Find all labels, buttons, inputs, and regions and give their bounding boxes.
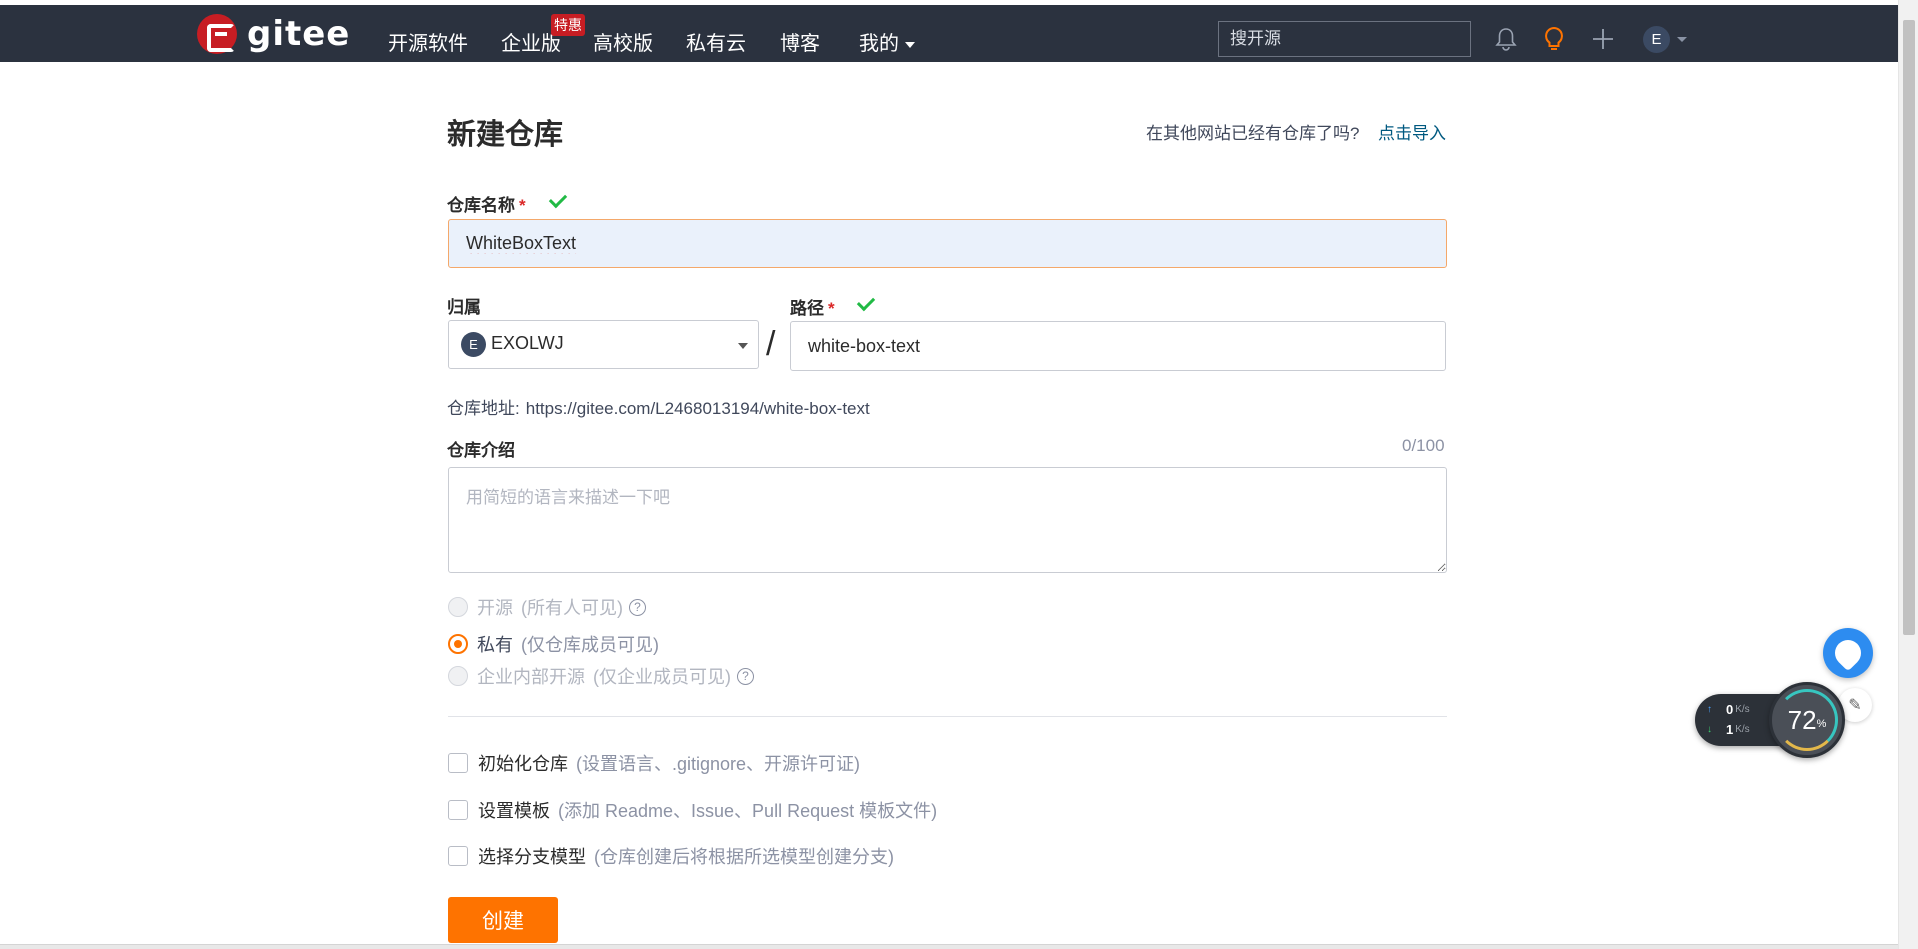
description-label: 仓库介绍: [447, 441, 515, 460]
path-separator: /: [766, 325, 776, 363]
visibility-enterprise-note: (仅企业成员可见): [593, 667, 731, 687]
description-char-count: 0/100: [1402, 436, 1445, 455]
plus-icon[interactable]: [1588, 24, 1618, 54]
option-template-label: 设置模板: [478, 801, 550, 821]
path-valid-check-icon: [856, 292, 876, 312]
upload-unit: K/s: [1735, 704, 1750, 715]
radio-button-selected[interactable]: [448, 634, 468, 654]
logo-text: gitee: [247, 14, 351, 54]
checkbox[interactable]: [448, 753, 468, 773]
option-init-repo-note: (设置语言、.gitignore、开源许可证): [576, 754, 861, 774]
nav-private-cloud[interactable]: 私有云: [686, 27, 746, 56]
enterprise-promo-badge: 特惠: [551, 14, 585, 36]
download-value: 1: [1726, 722, 1734, 737]
chat-bubble-icon[interactable]: [1823, 628, 1873, 678]
top-navbar: gitee 开源软件 企业版 特惠 高校版 私有云 博客 我的 E: [0, 5, 1898, 62]
dropdown-caret-icon: [738, 343, 748, 349]
visibility-private-note: (仅仓库成员可见): [521, 635, 659, 655]
create-button[interactable]: 创建: [448, 897, 558, 943]
nav-blog[interactable]: 博客: [780, 27, 820, 56]
import-link[interactable]: 点击导入: [1378, 119, 1446, 144]
nav-mine-dropdown[interactable]: 我的: [859, 27, 915, 56]
required-mark: *: [519, 196, 526, 215]
upload-value: 0: [1726, 702, 1734, 717]
visibility-public-note: (所有人可见): [521, 598, 623, 618]
owner-value: EXOLWJ: [491, 333, 564, 353]
checkbox[interactable]: [448, 800, 468, 820]
download-unit: K/s: [1735, 724, 1750, 735]
upload-speed: ↑ 0 K/s: [1707, 702, 1767, 717]
visibility-enterprise-radio[interactable]: 企业内部开源 (仅企业成员可见) ?: [448, 663, 754, 689]
option-template-note: (添加 Readme、Issue、Pull Request 模板文件): [558, 801, 938, 821]
option-branch-model[interactable]: 选择分支模型 (仓库创建后将根据所选模型创建分支): [448, 843, 894, 869]
repo-address-label: 仓库地址:: [447, 399, 520, 418]
vertical-scrollbar[interactable]: [1898, 0, 1918, 949]
option-init-repo-label: 初始化仓库: [478, 754, 568, 774]
gitee-logo-icon: [197, 14, 237, 54]
owner-label: 归属: [447, 298, 481, 317]
nav-education[interactable]: 高校版: [593, 27, 653, 56]
scrollbar-thumb[interactable]: [1903, 20, 1915, 635]
path-label-text: 路径: [790, 299, 824, 318]
description-textarea[interactable]: [448, 467, 1447, 573]
memory-usage-gauge[interactable]: 72%: [1769, 682, 1845, 758]
page-title: 新建仓库: [447, 119, 564, 151]
visibility-private-radio[interactable]: 私有 (仅仓库成员可见): [448, 631, 659, 657]
help-question-icon[interactable]: ?: [737, 667, 754, 685]
checkbox[interactable]: [448, 846, 468, 866]
path-input[interactable]: [790, 321, 1446, 371]
notification-bell-icon[interactable]: [1491, 24, 1521, 54]
section-divider: [448, 716, 1447, 717]
option-branch-model-note: (仓库创建后将根据所选模型创建分支): [594, 847, 894, 867]
lightbulb-icon[interactable]: [1539, 24, 1569, 54]
gitee-logo[interactable]: gitee: [197, 14, 350, 54]
option-init-repo[interactable]: 初始化仓库 (设置语言、.gitignore、开源许可证): [448, 750, 860, 776]
nav-open-source[interactable]: 开源软件: [388, 27, 468, 56]
radio-button[interactable]: [448, 597, 468, 617]
option-template[interactable]: 设置模板 (添加 Readme、Issue、Pull Request 模板文件): [448, 797, 937, 823]
repo-name-valid-check-icon: [548, 189, 568, 209]
user-avatar[interactable]: E: [1643, 26, 1670, 53]
owner-select[interactable]: E EXOLWJ: [448, 320, 759, 369]
radio-button[interactable]: [448, 666, 468, 686]
owner-avatar: E: [461, 332, 486, 357]
repo-name-label: 仓库名称 *: [447, 191, 526, 216]
option-branch-model-label: 选择分支模型: [478, 847, 586, 867]
nav-mine-label: 我的: [859, 33, 899, 55]
chevron-down-icon: [905, 41, 915, 48]
gauge-ring: [1776, 689, 1838, 751]
download-arrow-icon: ↓: [1707, 724, 1712, 735]
repo-name-input[interactable]: [448, 219, 1447, 268]
repo-name-label-text: 仓库名称: [447, 196, 515, 215]
repo-address: 仓库地址: https://gitee.com/L2468013194/white…: [447, 394, 870, 419]
import-hint: 在其他网站已经有仓库了吗?: [1146, 124, 1360, 143]
visibility-private-label: 私有: [477, 635, 513, 655]
visibility-enterprise-label: 企业内部开源: [477, 667, 585, 687]
upload-arrow-icon: ↑: [1707, 704, 1712, 715]
chat-bubble-shape: [1829, 634, 1867, 672]
visibility-public-label: 开源: [477, 598, 513, 618]
download-speed: ↓ 1 K/s: [1707, 722, 1767, 737]
path-label: 路径 *: [790, 294, 835, 319]
required-mark: *: [828, 299, 835, 318]
help-question-icon[interactable]: ?: [629, 598, 646, 616]
search-input[interactable]: [1218, 21, 1471, 57]
visibility-public-radio[interactable]: 开源 (所有人可见) ?: [448, 594, 646, 620]
user-menu-chevron-icon[interactable]: [1677, 37, 1687, 42]
repo-address-value: https://gitee.com/L2468013194/white-box-…: [525, 399, 870, 418]
window-bottom-edge: [0, 944, 1898, 949]
